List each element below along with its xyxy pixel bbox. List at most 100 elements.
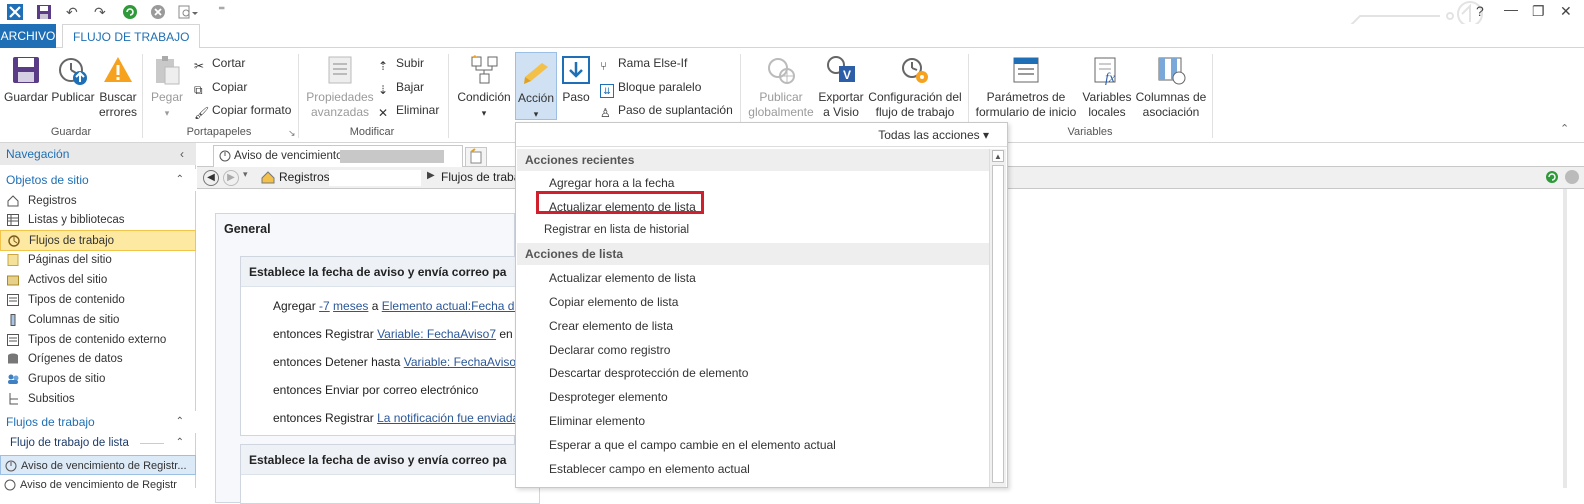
accion-button[interactable]: Acción ▾ [515, 52, 557, 120]
line-link[interactable]: -7 [319, 299, 330, 313]
menu-item[interactable]: Establecer campo en elemento actual [549, 462, 750, 476]
breadcrumb-flujos[interactable]: Flujos de traba [441, 170, 520, 184]
refresh-icon[interactable] [122, 4, 138, 23]
menu-item[interactable]: Declarar como registro [549, 343, 670, 357]
history-dropdown-icon[interactable]: ▾ [243, 169, 248, 180]
nav-item-origenes[interactable]: Orígenes de datos [0, 349, 196, 369]
exportar-visio-button[interactable]: V Exportar a Visio [818, 54, 864, 120]
title-bar: ↶ ↷ ⁼ ? — ❐ ✕ [0, 0, 1584, 40]
nav-item-paginas[interactable]: Páginas del sitio [0, 250, 196, 270]
line-link[interactable]: La notificación fue enviada [377, 411, 519, 425]
nav-item-activos[interactable]: Activos del sitio [0, 270, 196, 290]
minimize-button[interactable]: — [1504, 1, 1518, 17]
nav-item-tipos-externo[interactable]: Tipos de contenido externo [0, 330, 196, 350]
variables-locales-button[interactable]: fx Variables locales [1082, 54, 1132, 120]
todas-acciones-button[interactable]: Todas las acciones ▾ [878, 128, 989, 142]
flujo-lista-header[interactable]: Flujo de trabajo de lista ⌃ [0, 433, 196, 453]
menu-item[interactable]: Desproteger elemento [549, 390, 668, 404]
preview-icon[interactable] [178, 4, 198, 23]
nav-item-grupos[interactable]: Grupos de sitio [0, 369, 196, 389]
copiar-button[interactable]: ⧉ Copiar [194, 80, 247, 97]
help-button[interactable]: ? [1476, 3, 1484, 19]
save-icon [13, 57, 39, 83]
parametros-formulario-button[interactable]: Parámetros de formulario de inicio [972, 54, 1080, 120]
chevron-up-icon[interactable]: ⌃ [176, 433, 184, 453]
propiedades-avanzadas-button[interactable]: Propiedades avanzadas [304, 54, 376, 120]
menu-item[interactable]: Descartar desprotección de elemento [549, 366, 748, 380]
flujos-section-header[interactable]: Flujos de trabajo ⌃ [0, 411, 196, 433]
undo-icon[interactable]: ↶ [66, 4, 78, 21]
pegar-button[interactable]: Pegar ▾ [146, 54, 188, 121]
tab-archivo[interactable]: ARCHIVO [0, 24, 56, 48]
stop-icon[interactable] [1565, 170, 1579, 184]
buscar-errores-button[interactable]: Buscar errores [98, 54, 138, 120]
menu-item-registrar-historial[interactable]: Registrar en lista de historial [544, 224, 689, 236]
wf-item[interactable]: Aviso de vencimiento de Registr [0, 475, 196, 495]
nav-item-listas[interactable]: Listas y bibliotecas [0, 210, 196, 230]
bajar-button[interactable]: ⇣ Bajar [378, 80, 424, 97]
bloque-paralelo-button[interactable]: ⇊ Bloque paralelo [600, 80, 701, 98]
step-line: entonces Detener hasta Variable: FechaAv… [273, 355, 523, 369]
stop-icon[interactable] [150, 4, 166, 23]
line-link[interactable]: Variable: FechaAviso7 [404, 355, 523, 369]
refresh-icon[interactable] [1545, 170, 1559, 187]
scrollbar[interactable] [1563, 189, 1567, 488]
scroll-thumb[interactable] [992, 165, 1004, 483]
nav-item-subsitios[interactable]: Subsitios [0, 389, 196, 409]
back-button[interactable]: ◀ [203, 170, 219, 186]
nav-title: Navegación [6, 147, 70, 161]
separator [448, 54, 449, 138]
nav-item-flujos[interactable]: Flujos de trabajo [0, 230, 196, 251]
collapse-nav-button[interactable]: ‹ [180, 143, 184, 165]
menu-item[interactable]: Crear elemento de lista [549, 319, 673, 333]
save-icon[interactable] [36, 4, 52, 23]
menu-item[interactable]: Copiar elemento de lista [549, 295, 678, 309]
dropdown-scrollbar[interactable]: ▲ [989, 149, 1006, 487]
nav-item-tipos-contenido[interactable]: Tipos de contenido [0, 290, 196, 310]
publicar-globalmente-button[interactable]: Publicar globalmente [744, 54, 818, 120]
customize-qat-icon[interactable]: ⁼ [218, 2, 225, 19]
publicar-button[interactable]: Publicar [49, 54, 97, 105]
step-2-title[interactable]: Establece la fecha de aviso y envía corr… [249, 453, 506, 467]
list-icon [7, 214, 19, 226]
forward-button[interactable]: ▶ [223, 170, 239, 186]
rama-else-if-button[interactable]: ⑂ Rama Else-If [600, 56, 687, 73]
configuracion-flujo-button[interactable]: Configuración del flujo de trabajo [866, 54, 964, 120]
menu-item[interactable]: Eliminar elemento [549, 414, 645, 428]
columnas-asociacion-button[interactable]: Columnas de asociación [1134, 54, 1208, 120]
chevron-up-icon[interactable]: ⌃ [176, 411, 184, 433]
wf-item-selected[interactable]: Aviso de vencimiento de Registr... [0, 455, 196, 475]
paso-button[interactable]: Paso [560, 54, 592, 105]
scroll-up-arrow-icon[interactable]: ▲ [992, 150, 1004, 162]
copiar-formato-button[interactable]: 🖌 Copiar formato [194, 103, 291, 120]
redo-icon[interactable]: ↷ [94, 4, 106, 21]
paso-label: Paso [562, 90, 590, 104]
line-link[interactable]: meses [333, 299, 368, 313]
eliminar-button[interactable]: ✕ Eliminar [378, 103, 439, 120]
menu-item[interactable]: Actualizar elemento de lista [549, 271, 696, 285]
restore-button[interactable]: ❐ [1532, 3, 1545, 20]
menu-item[interactable]: Esperar a que el campo cambie en el elem… [549, 438, 836, 452]
guardar-button[interactable]: Guardar [4, 54, 48, 105]
tab-flujo-de-trabajo[interactable]: FLUJO DE TRABAJO [62, 24, 201, 49]
cortar-button[interactable]: ✂ Cortar [194, 56, 245, 73]
close-button[interactable]: ✕ [1560, 3, 1572, 20]
menu-item-agregar-hora[interactable]: Agregar hora a la fecha [549, 176, 674, 190]
condicion-button[interactable]: Condición ▾ [454, 54, 514, 121]
paso-suplantacion-button[interactable]: ♙ Paso de suplantación [600, 103, 733, 120]
step-1-title[interactable]: Establece la fecha de aviso y envía corr… [249, 265, 506, 279]
dialog-launcher-icon[interactable]: ↘ [288, 128, 296, 139]
objetos-de-sitio-header[interactable]: Objetos de sitio ⌃ [0, 169, 196, 191]
line-link[interactable]: Elemento actual:Fecha de V [382, 299, 533, 313]
line-link[interactable]: Variable: FechaAviso7 [377, 327, 496, 341]
breadcrumb-registros[interactable]: Registros [279, 170, 330, 184]
nav-item-registros[interactable]: Registros [0, 191, 196, 211]
chevron-up-icon[interactable]: ⌃ [176, 169, 184, 191]
doc-tab-aviso[interactable]: Aviso de vencimiento [213, 145, 463, 167]
nav-item-columnas[interactable]: Columnas de sitio [0, 310, 196, 330]
subir-button[interactable]: ⇡ Subir [378, 56, 424, 73]
new-tab-button[interactable] [465, 147, 487, 167]
collapse-ribbon-icon[interactable]: ⌃ [1560, 122, 1569, 135]
association-columns-icon [1158, 57, 1186, 85]
properties-icon [328, 56, 352, 84]
